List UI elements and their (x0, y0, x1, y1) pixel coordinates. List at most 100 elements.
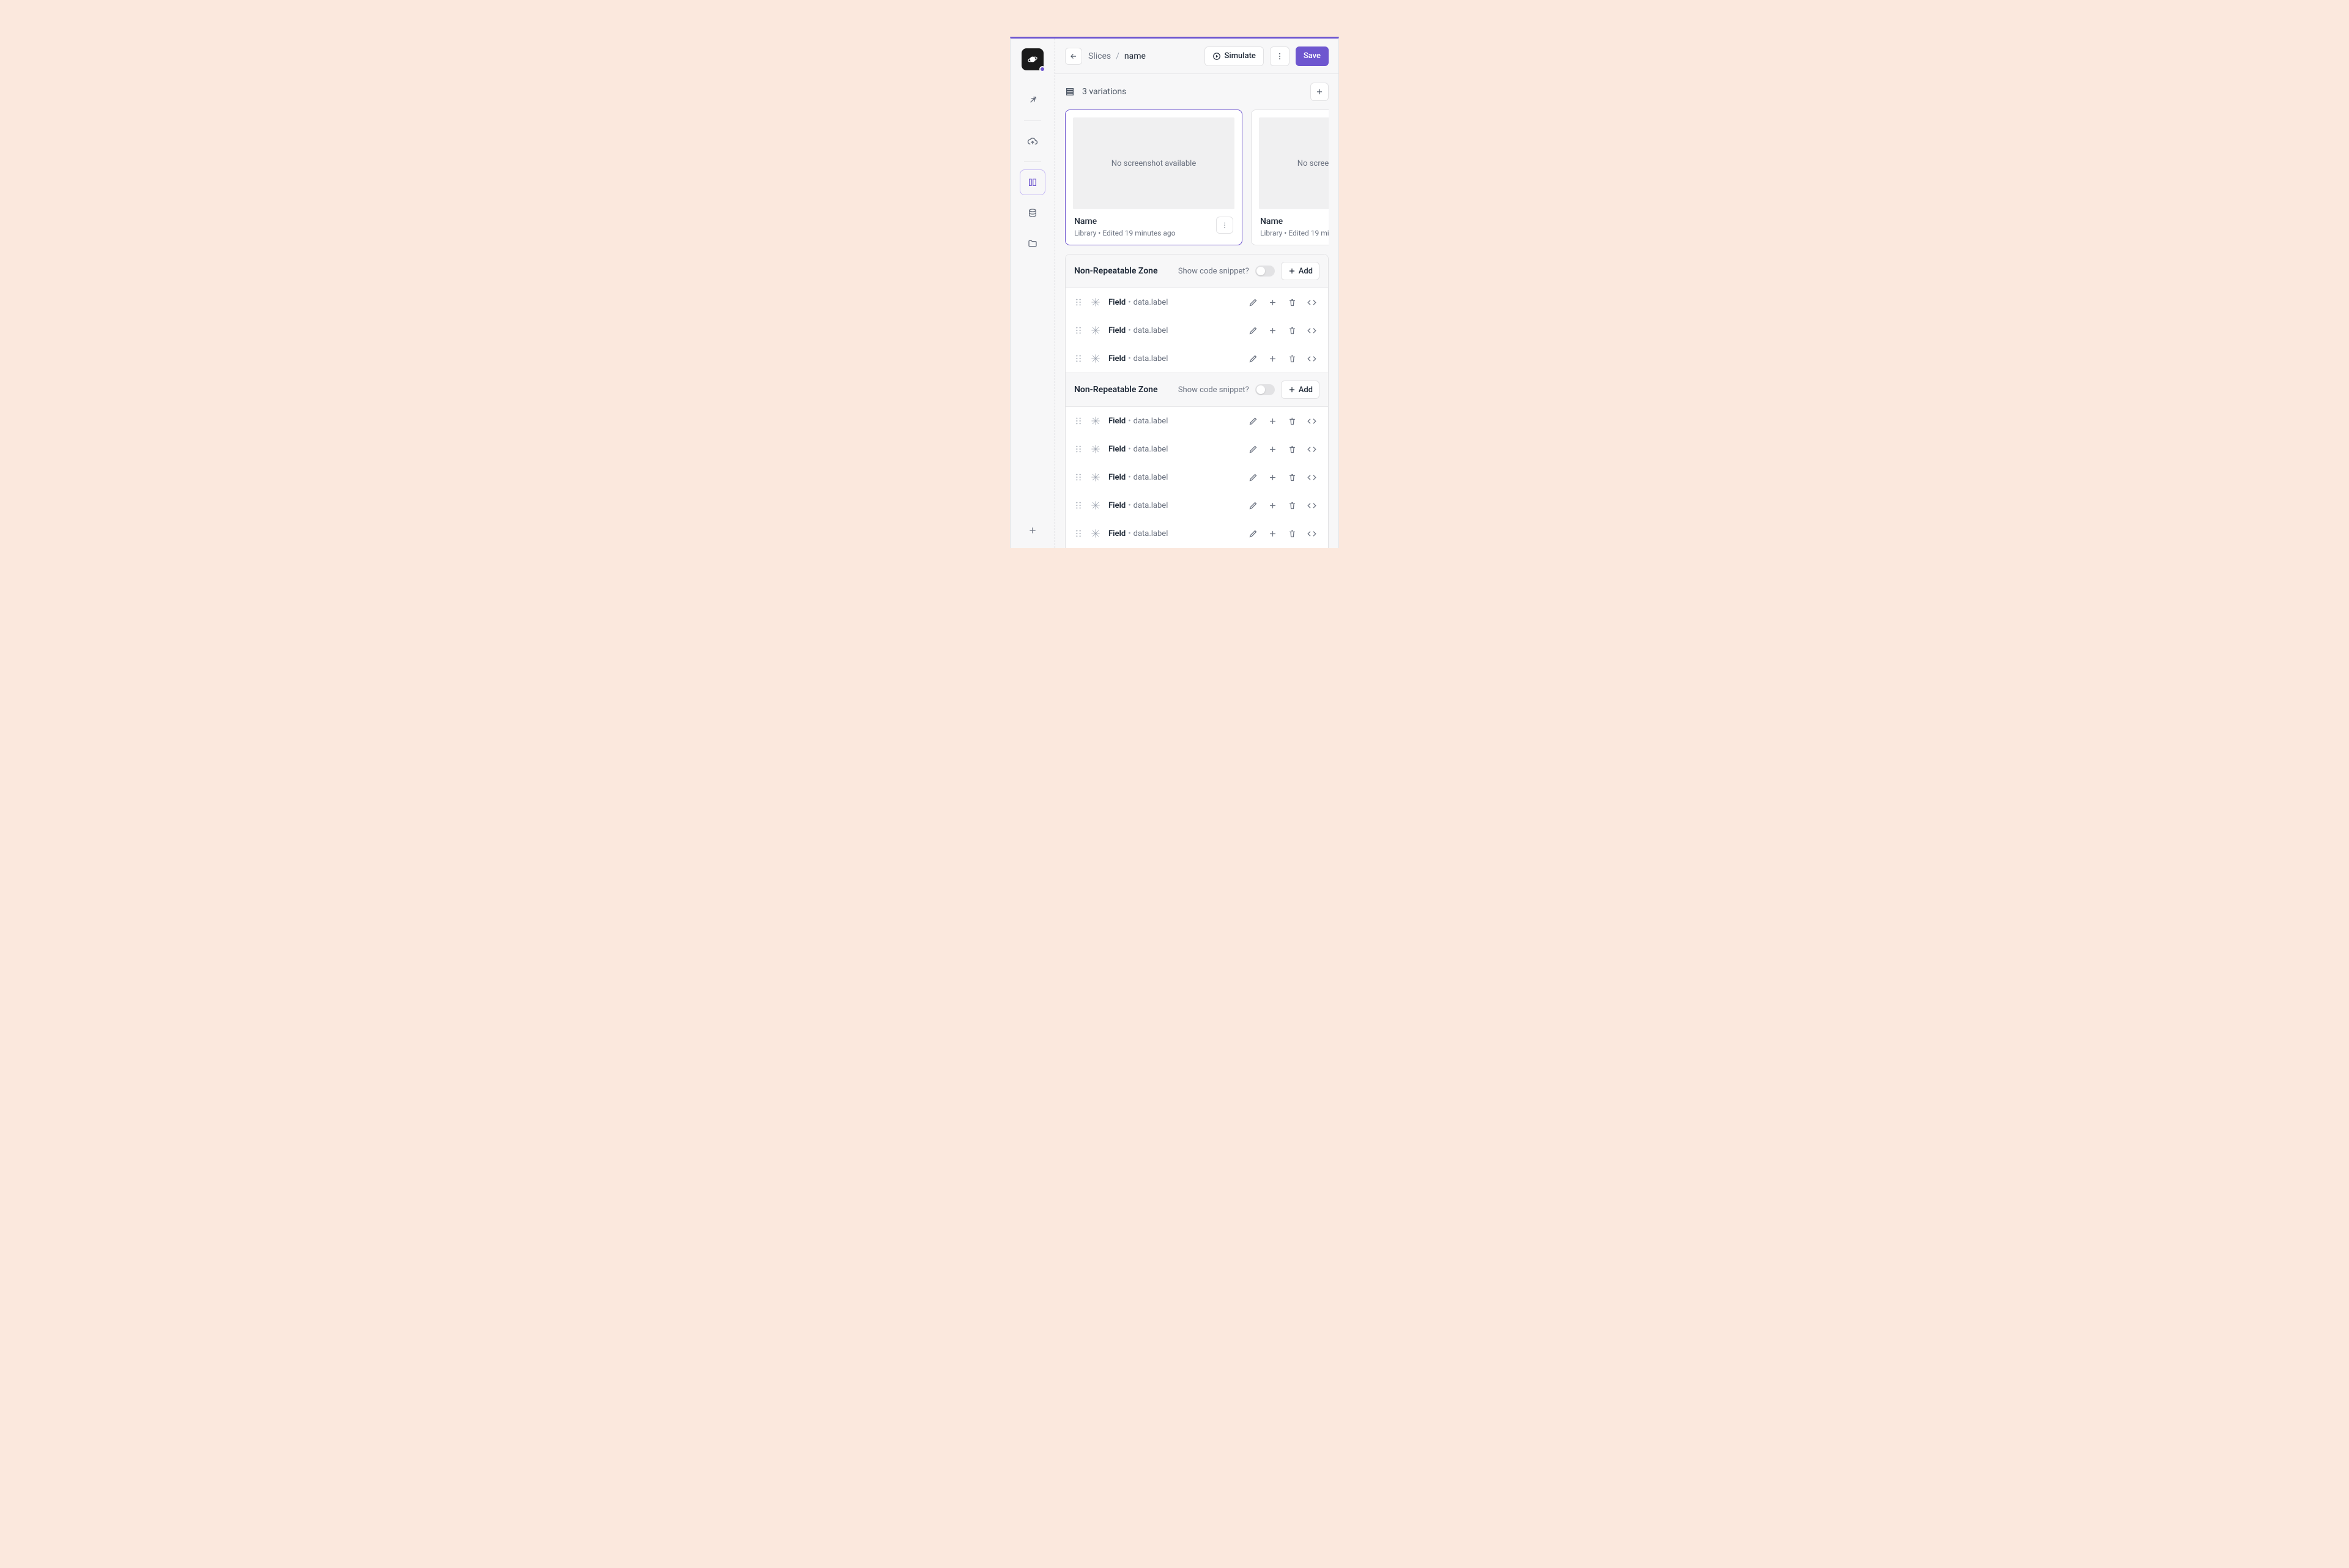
add-field-button[interactable] (1264, 441, 1280, 457)
delete-field-button[interactable] (1284, 351, 1300, 366)
preview-placeholder: No screenshot available (1111, 159, 1196, 168)
delete-field-button[interactable] (1284, 469, 1300, 485)
delete-field-button[interactable] (1284, 294, 1300, 310)
pencil-icon (1249, 417, 1258, 426)
field-name: Field (1108, 473, 1126, 482)
delete-field-button[interactable] (1284, 413, 1300, 429)
nav-cloud[interactable] (1020, 128, 1045, 154)
edit-field-button[interactable] (1245, 469, 1261, 485)
code-field-button[interactable] (1304, 497, 1319, 513)
breadcrumb-separator: / (1116, 51, 1119, 61)
field-data-path: data.label (1134, 501, 1168, 510)
code-field-button[interactable] (1304, 469, 1319, 485)
delete-field-button[interactable] (1284, 322, 1300, 338)
simulate-button[interactable]: Simulate (1204, 46, 1264, 66)
delete-field-button[interactable] (1284, 526, 1300, 541)
edit-field-button[interactable] (1245, 351, 1261, 366)
code-field-button[interactable] (1304, 351, 1319, 366)
field-label: Field • data.label (1108, 417, 1239, 426)
dots-vertical-icon (1221, 221, 1228, 229)
field-type-icon (1089, 470, 1102, 484)
field-label: Field • data.label (1108, 529, 1239, 538)
add-variation-button[interactable] (1310, 83, 1329, 101)
nav-folder[interactable] (1020, 231, 1045, 256)
edit-field-button[interactable] (1245, 441, 1261, 457)
nav-database[interactable] (1020, 200, 1045, 226)
nav-external[interactable] (1020, 87, 1045, 113)
plus-icon (1288, 267, 1296, 275)
zone: Non-Repeatable Zone Show code snippet? A… (1065, 254, 1329, 373)
zones: Non-Repeatable Zone Show code snippet? A… (1065, 254, 1329, 548)
save-button[interactable]: Save (1296, 46, 1329, 66)
plus-icon (1268, 326, 1277, 335)
add-field-button[interactable] (1264, 322, 1280, 338)
add-field-button[interactable] (1264, 413, 1280, 429)
plus-icon (1268, 473, 1277, 482)
nav-slices[interactable] (1020, 169, 1045, 195)
edit-field-button[interactable] (1245, 294, 1261, 310)
pencil-icon (1249, 529, 1258, 538)
variation-card[interactable]: No screenshot available Name Library • E… (1065, 110, 1242, 245)
add-field-button[interactable] (1264, 351, 1280, 366)
code-icon (1307, 354, 1316, 363)
drag-handle[interactable] (1074, 417, 1083, 425)
edit-field-button[interactable] (1245, 322, 1261, 338)
drag-handle[interactable] (1074, 445, 1083, 453)
drag-handle[interactable] (1074, 326, 1083, 335)
pencil-icon (1249, 326, 1258, 335)
add-field-button[interactable] (1264, 526, 1280, 541)
plus-icon (1268, 298, 1277, 307)
delete-field-button[interactable] (1284, 441, 1300, 457)
plus-icon (1268, 501, 1277, 510)
zone: Non-Repeatable Zone Show code snippet? A… (1065, 373, 1329, 548)
trash-icon (1288, 417, 1297, 426)
add-field-button[interactable] (1264, 497, 1280, 513)
field-row: Field • data.label (1066, 463, 1328, 491)
add-field-button[interactable]: Add (1281, 381, 1319, 399)
card-subtitle: Library • Edited 19 minutes ago (1074, 229, 1175, 237)
nav-add[interactable] (1020, 518, 1045, 543)
edit-field-button[interactable] (1245, 526, 1261, 541)
field-data-path: data.label (1134, 473, 1168, 482)
drag-icon (1075, 354, 1082, 363)
code-field-button[interactable] (1304, 294, 1319, 310)
edit-field-button[interactable] (1245, 497, 1261, 513)
snippet-toggle[interactable] (1255, 266, 1275, 277)
drag-icon (1075, 529, 1082, 538)
drag-handle[interactable] (1074, 298, 1083, 307)
code-field-button[interactable] (1304, 526, 1319, 541)
code-icon (1307, 445, 1316, 454)
asterisk-icon (1089, 296, 1102, 308)
field-label: Field • data.label (1108, 445, 1239, 454)
more-button[interactable] (1270, 46, 1290, 66)
back-button[interactable] (1065, 48, 1082, 65)
add-field-button[interactable]: Add (1281, 262, 1319, 280)
pencil-icon (1249, 298, 1258, 307)
code-field-button[interactable] (1304, 441, 1319, 457)
drag-handle[interactable] (1074, 354, 1083, 363)
trash-icon (1288, 473, 1297, 482)
drag-handle[interactable] (1074, 529, 1083, 538)
drag-handle[interactable] (1074, 473, 1083, 481)
drag-handle[interactable] (1074, 501, 1083, 510)
zone-title: Non-Repeatable Zone (1074, 266, 1172, 276)
breadcrumb-parent[interactable]: Slices (1088, 51, 1111, 61)
edit-field-button[interactable] (1245, 413, 1261, 429)
card-menu-button[interactable] (1216, 217, 1233, 234)
trash-icon (1288, 354, 1297, 363)
code-icon (1307, 529, 1316, 538)
field-type-icon (1089, 324, 1102, 337)
field-label: Field • data.label (1108, 473, 1239, 482)
app-logo[interactable] (1022, 48, 1044, 70)
code-field-button[interactable] (1304, 322, 1319, 338)
drag-icon (1075, 445, 1082, 453)
add-field-button[interactable] (1264, 294, 1280, 310)
snippet-toggle[interactable] (1255, 384, 1275, 395)
code-field-button[interactable] (1304, 413, 1319, 429)
delete-field-button[interactable] (1284, 497, 1300, 513)
add-field-button[interactable] (1264, 469, 1280, 485)
sidebar (1011, 39, 1055, 548)
zone-title: Non-Repeatable Zone (1074, 385, 1172, 395)
trash-icon (1288, 326, 1297, 335)
variation-card[interactable]: No screenshot available Name Library • E… (1251, 110, 1329, 245)
